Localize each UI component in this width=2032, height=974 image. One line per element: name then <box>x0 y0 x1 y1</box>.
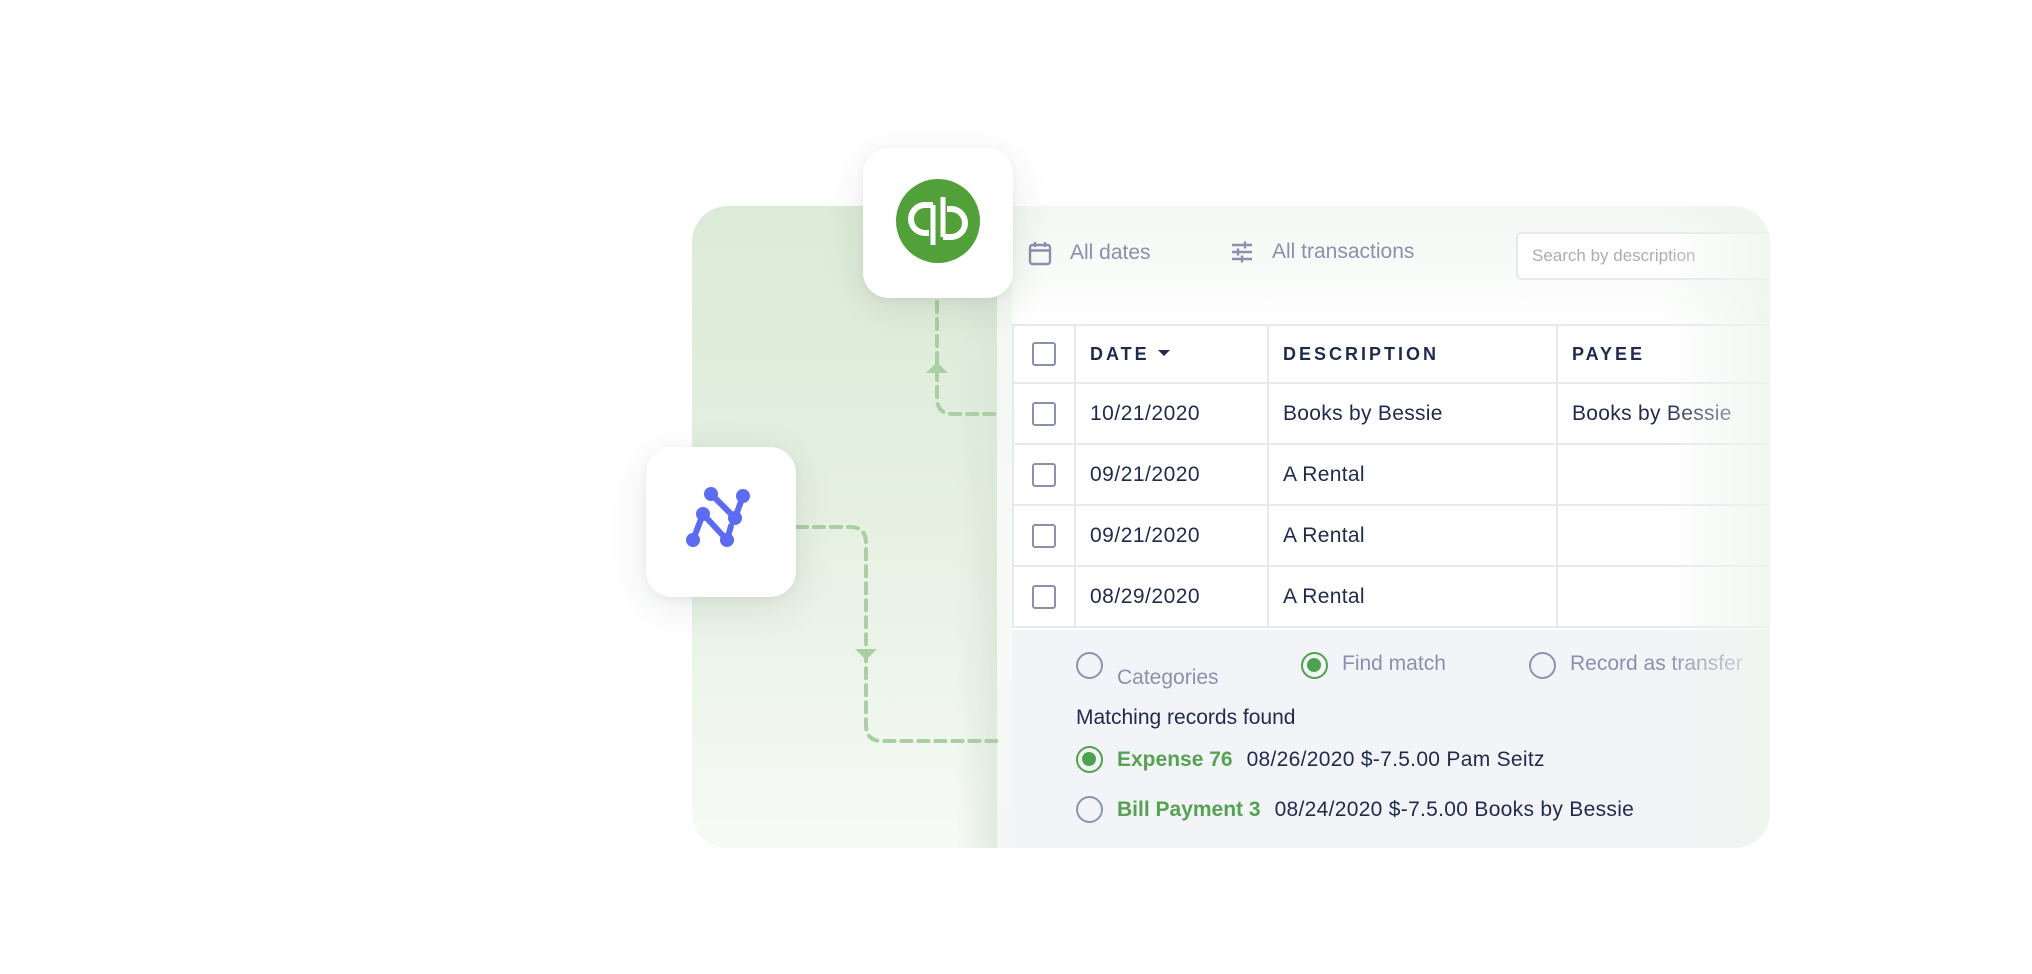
match-record-radio[interactable] <box>1076 796 1103 823</box>
match-record-name[interactable]: Expense 76 <box>1117 748 1233 772</box>
row-date: 08/29/2020 <box>1074 565 1269 628</box>
option-categories[interactable]: Categories <box>1076 652 1219 690</box>
option-categories-label: Categories <box>1117 666 1219 689</box>
find-match-radio[interactable] <box>1301 652 1328 679</box>
transaction-type-label: All transactions <box>1272 240 1415 263</box>
match-record-detail: 08/26/2020 $-7.5.00 Pam Seitz <box>1246 747 1545 771</box>
transactions-table: DATE DESCRIPTION PAYEE 10/21/2020 Books … <box>1012 324 1770 628</box>
select-all-cell <box>1012 324 1076 384</box>
sort-desc-icon[interactable] <box>1157 349 1170 356</box>
row-payee <box>1556 504 1770 567</box>
table-row[interactable]: 08/29/2020 A Rental <box>1012 565 1770 628</box>
categories-radio[interactable] <box>1076 652 1103 679</box>
table-row[interactable]: 09/21/2020 A Rental <box>1012 443 1770 506</box>
quickbooks-logo-icon <box>895 178 981 269</box>
match-record[interactable]: Bill Payment 3 08/24/2020 $-7.5.00 Books… <box>1076 796 1634 823</box>
matching-records-heading: Matching records found <box>1076 706 1296 729</box>
sliders-icon <box>1230 240 1254 264</box>
calendar-icon <box>1028 240 1052 266</box>
option-find-match[interactable]: Find match <box>1301 652 1446 679</box>
row-payee <box>1556 443 1770 506</box>
transactions-panel: All dates All transactions Search by des… <box>1012 206 1770 848</box>
row-description: A Rental <box>1267 565 1558 628</box>
table-header-row: DATE DESCRIPTION PAYEE <box>1012 324 1770 384</box>
row-date: 10/21/2020 <box>1074 382 1269 445</box>
row-checkbox[interactable] <box>1032 462 1056 487</box>
option-record-transfer-label: Record as transfer <box>1570 652 1743 675</box>
row-select-cell <box>1012 443 1076 506</box>
match-record-detail: 08/24/2020 $-7.5.00 Books by Bessie <box>1274 797 1635 821</box>
transactions-card: All dates All transactions Search by des… <box>692 206 1770 848</box>
date-filter[interactable]: All dates <box>1028 240 1151 266</box>
date-filter-label: All dates <box>1070 241 1151 264</box>
row-payee: Books by Bessie <box>1556 382 1770 445</box>
record-transfer-radio[interactable] <box>1529 652 1556 679</box>
integration-app-tile[interactable] <box>646 447 796 597</box>
match-record-name[interactable]: Bill Payment 3 <box>1117 798 1261 822</box>
row-checkbox[interactable] <box>1032 523 1056 548</box>
transaction-type-filter[interactable]: All transactions <box>1230 240 1414 264</box>
row-description: A Rental <box>1267 504 1558 567</box>
option-find-match-label: Find match <box>1342 652 1446 675</box>
row-select-cell <box>1012 504 1076 567</box>
row-select-cell <box>1012 382 1076 445</box>
column-header-payee-label: PAYEE <box>1572 343 1646 364</box>
column-header-date-label: DATE <box>1090 343 1150 364</box>
row-checkbox[interactable] <box>1032 401 1056 426</box>
column-header-description-label: DESCRIPTION <box>1283 343 1440 364</box>
column-header-description[interactable]: DESCRIPTION <box>1267 324 1558 384</box>
match-record[interactable]: Expense 76 08/26/2020 $-7.5.00 Pam Seitz <box>1076 746 1545 773</box>
quickbooks-tile[interactable] <box>863 148 1013 298</box>
column-header-payee[interactable]: PAYEE <box>1556 324 1770 384</box>
table-row[interactable]: 09/21/2020 A Rental <box>1012 504 1770 567</box>
match-panel: Categories Find match Record as transfer… <box>1012 630 1770 848</box>
row-payee <box>1556 565 1770 628</box>
row-description: A Rental <box>1267 443 1558 506</box>
row-checkbox[interactable] <box>1032 584 1056 609</box>
row-select-cell <box>1012 565 1076 628</box>
match-record-radio[interactable] <box>1076 746 1103 773</box>
row-date: 09/21/2020 <box>1074 504 1269 567</box>
node-graph-logo-icon <box>685 484 757 561</box>
row-description: Books by Bessie <box>1267 382 1558 445</box>
table-row[interactable]: 10/21/2020 Books by Bessie Books by Bess… <box>1012 382 1770 445</box>
search-input[interactable] <box>1516 232 1770 280</box>
column-header-date[interactable]: DATE <box>1074 324 1269 384</box>
select-all-checkbox[interactable] <box>1032 342 1056 366</box>
option-record-transfer[interactable]: Record as transfer <box>1529 652 1743 679</box>
row-date: 09/21/2020 <box>1074 443 1269 506</box>
toolbar: All dates All transactions <box>1012 206 1770 306</box>
